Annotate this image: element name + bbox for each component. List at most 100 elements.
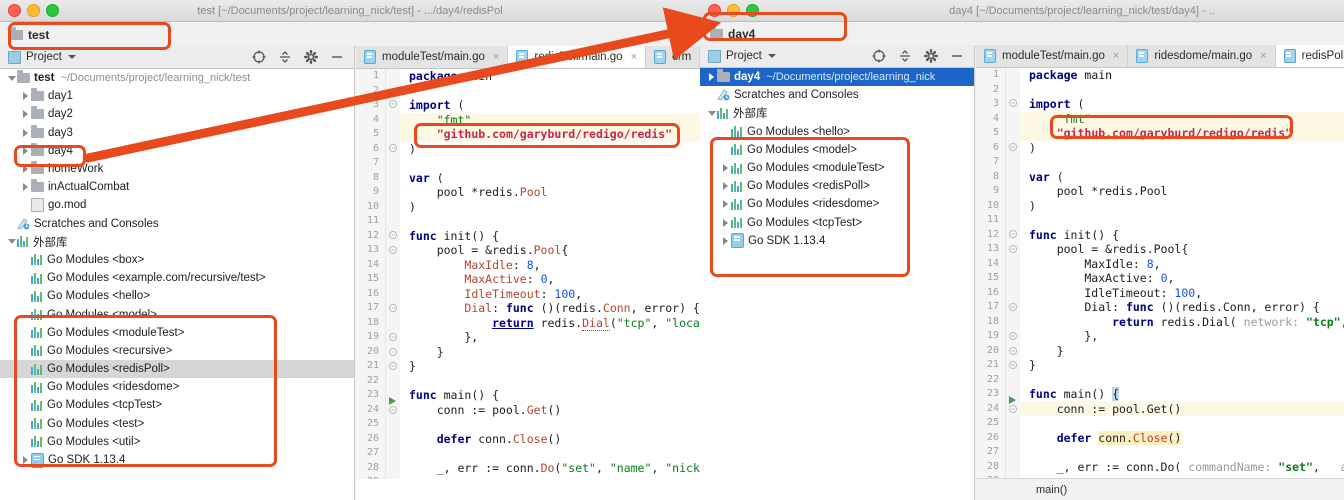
tree-row[interactable]: Go Modules <example.com/recursive/test> (0, 269, 354, 287)
left-project-tool-window: Project test ~/Documents/project/learnin… (0, 46, 355, 500)
tree-row[interactable]: 外部库 (700, 104, 974, 122)
target-icon[interactable] (252, 50, 266, 64)
tree-row[interactable]: Go Modules <ridesdome> (0, 378, 354, 396)
tree-row[interactable]: Go Modules <box> (0, 251, 354, 269)
tree-row[interactable]: Go Modules <hello> (0, 287, 354, 305)
go-file-icon (984, 49, 996, 63)
editor-tab[interactable]: o/m (646, 46, 700, 68)
chevron-right-icon[interactable] (720, 182, 731, 191)
scratches-icon (17, 218, 30, 230)
close-window-button[interactable] (8, 4, 21, 17)
close-window-button[interactable] (708, 4, 721, 17)
right-window-title: day4 [~/Documents/project/learning_nick/… (949, 4, 1215, 17)
tree-row[interactable]: Scratches and Consoles (0, 215, 354, 233)
close-tab-icon[interactable]: × (493, 51, 499, 63)
editor-tab-label: redisPoll/m (1301, 50, 1344, 62)
maximize-window-button[interactable] (746, 4, 759, 17)
right-project-tree[interactable]: day4 ~/Documents/project/learning_nick Scr… (700, 68, 974, 500)
tree-row[interactable]: Go Modules <hello> (700, 123, 974, 141)
maximize-window-button[interactable] (46, 4, 59, 17)
tree-row[interactable]: Go Modules <model> (0, 305, 354, 323)
chevron-right-icon[interactable] (720, 200, 731, 209)
tree-row[interactable]: Go Modules <redisPoll> (700, 177, 974, 195)
tree-row[interactable]: day4 (0, 142, 354, 160)
chevron-right-icon[interactable] (720, 218, 731, 227)
status-breadcrumb[interactable]: main() (1036, 484, 1067, 496)
minimize-icon[interactable] (950, 49, 964, 63)
tree-row[interactable]: Go SDK 1.13.4 (700, 232, 974, 250)
minimize-icon[interactable] (330, 50, 344, 64)
left-editor-tabs[interactable]: moduleTest/main.go × redisPoll/main.go × o/m (356, 46, 700, 69)
chevron-down-icon[interactable] (6, 75, 17, 81)
tree-row[interactable]: day2 (0, 105, 354, 123)
window-traffic-lights[interactable] (700, 4, 759, 17)
chevron-right-icon[interactable] (20, 128, 31, 137)
tree-row[interactable]: Go Modules <moduleTest> (0, 324, 354, 342)
tree-row[interactable]: Scratches and Consoles (700, 86, 974, 104)
editor-tab[interactable]: redisPoll/main.go × (508, 46, 647, 68)
tree-row[interactable]: Go Modules <util> (0, 433, 354, 451)
chevron-right-icon[interactable] (20, 456, 31, 465)
chevron-down-icon[interactable] (767, 54, 776, 58)
tree-row[interactable]: Go Modules <redisPoll> (0, 360, 354, 379)
chevron-down-icon[interactable] (6, 239, 17, 245)
chevron-right-icon[interactable] (720, 236, 731, 245)
right-fold-gutter[interactable] (1006, 68, 1020, 478)
left-window-title: test [~/Documents/project/learning_nick/… (197, 4, 503, 17)
tree-row[interactable]: Go Modules <moduleTest> (700, 159, 974, 177)
right-editor-tabs[interactable]: moduleTest/main.go × ridesdome/main.go × red… (976, 45, 1344, 68)
chevron-right-icon[interactable] (706, 73, 717, 82)
editor-tab[interactable]: moduleTest/main.go × (976, 45, 1129, 67)
left-fold-gutter[interactable] (386, 69, 400, 479)
chevron-right-icon[interactable] (720, 164, 731, 173)
editor-tab[interactable]: ridesdome/main.go × (1128, 45, 1276, 67)
tree-row[interactable]: go.mod (0, 196, 354, 214)
chevron-right-icon[interactable] (20, 110, 31, 119)
close-tab-icon[interactable]: × (1260, 50, 1266, 62)
tree-row[interactable]: Go Modules <tcpTest> (700, 214, 974, 232)
tree-row-label: day4 (48, 144, 73, 157)
tree-row[interactable]: test ~/Documents/project/learning_nick/te… (0, 69, 354, 87)
editor-tab[interactable]: moduleTest/main.go × (356, 46, 509, 68)
right-code-area[interactable]: package main import ( "fmt" "github.com/… (1020, 68, 1344, 478)
breadcrumb[interactable]: test (10, 26, 49, 42)
folder-icon (31, 106, 44, 120)
chevron-down-icon[interactable] (67, 55, 76, 59)
tree-row[interactable]: Go Modules <recursive> (0, 342, 354, 360)
breadcrumb[interactable]: day4 (710, 26, 755, 41)
tree-row[interactable]: Go Modules <test> (0, 415, 354, 433)
chevron-right-icon[interactable] (20, 183, 31, 192)
gear-icon[interactable] (924, 49, 938, 63)
tree-row[interactable]: Go Modules <ridesdome> (700, 195, 974, 213)
tree-row[interactable]: 外部库 (0, 233, 354, 251)
minimize-window-button[interactable] (27, 4, 40, 17)
left-project-tree[interactable]: test ~/Documents/project/learning_nick/te… (0, 69, 354, 500)
gear-icon[interactable] (304, 50, 318, 64)
tree-row[interactable]: homeWork (0, 160, 354, 178)
tree-row[interactable]: day3 (0, 124, 354, 142)
tree-row[interactable]: day4 ~/Documents/project/learning_nick (700, 68, 974, 87)
tree-row[interactable]: Go Modules <model> (700, 141, 974, 159)
tree-row[interactable]: inActualCombat (0, 178, 354, 196)
chevron-right-icon[interactable] (20, 92, 31, 101)
line-number: 23 (986, 388, 999, 399)
chevron-right-icon[interactable] (20, 146, 31, 155)
line-number: 19 (986, 330, 999, 341)
tree-row-label: go.mod (48, 199, 87, 212)
collapse-all-icon[interactable] (898, 49, 912, 63)
left-code-area[interactable]: package main import ( "fmt" "github.com/… (400, 69, 700, 479)
chevron-down-icon[interactable] (706, 110, 717, 116)
line-number: 8 (372, 171, 379, 183)
close-tab-icon[interactable]: × (1113, 50, 1119, 62)
line-number: 10 (366, 200, 379, 212)
editor-tab[interactable]: redisPoll/m (1275, 45, 1344, 67)
tree-row[interactable]: Go SDK 1.13.4 (0, 451, 354, 469)
tree-row[interactable]: Go Modules <tcpTest> (0, 396, 354, 414)
chevron-right-icon[interactable] (20, 165, 31, 174)
window-traffic-lights[interactable] (0, 4, 59, 17)
target-icon[interactable] (872, 49, 886, 63)
collapse-all-icon[interactable] (278, 50, 292, 64)
minimize-window-button[interactable] (727, 4, 740, 17)
close-tab-icon[interactable]: × (631, 51, 637, 63)
tree-row[interactable]: day1 (0, 87, 354, 105)
